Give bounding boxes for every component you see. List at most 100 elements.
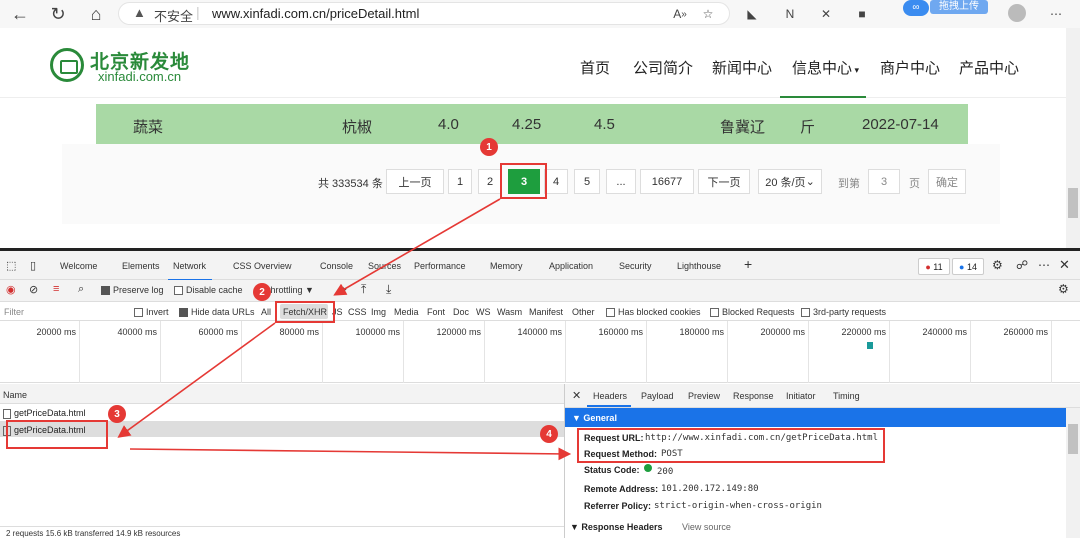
tab-elements[interactable]: Elements [122,261,160,271]
tab-lighthouse[interactable]: Lighthouse [677,261,721,271]
settings-icon[interactable]: ⚙ [992,258,1003,272]
more-icon[interactable]: ⋯ [1046,4,1066,24]
tab-application[interactable]: Application [549,261,593,271]
url-text[interactable]: www.xinfadi.com.cn/priceDetail.html [212,6,419,21]
nav-news[interactable]: 新闻中心 [712,57,772,78]
tab-welcome[interactable]: Welcome [60,261,97,271]
inspect-icon[interactable]: ⬚ [6,259,16,272]
logo-icon[interactable] [50,48,84,82]
back-icon[interactable]: ← [8,3,32,25]
general-section-header[interactable] [565,408,1066,427]
record-icon[interactable]: ◉ [6,283,16,296]
nav-merchants[interactable]: 商户中心 [880,57,940,78]
nav-home[interactable]: 首页 [580,57,610,78]
page-size-select[interactable]: 20 条/页 ⌄ [758,169,822,194]
blocked-cookies-checkbox[interactable]: Has blocked cookies [606,307,701,318]
favorite-add-icon[interactable]: ☆ [698,4,718,24]
message-count-badge[interactable]: ● 14 [952,258,984,275]
tab-timing[interactable]: Timing [833,391,860,401]
nav-info[interactable]: 信息中心 ▾ [792,57,859,78]
hide-data-urls-checkbox[interactable]: Hide data URLs [179,307,255,318]
page-scroll-thumb[interactable] [1068,188,1078,218]
page-2-button[interactable]: 2 [478,169,502,194]
filter-icon[interactable]: ≡ [53,283,59,295]
tab-css-overview[interactable]: CSS Overview [233,261,292,271]
extension-x-icon[interactable]: ✕ [816,4,836,24]
customize-icon[interactable]: ☍ [1016,258,1028,272]
clear-icon[interactable]: ⊘ [29,283,38,296]
close-detail-icon[interactable]: ✕ [572,389,581,402]
detail-scroll-thumb[interactable] [1068,424,1078,454]
throttling-select[interactable]: throttling ▼ [268,285,314,295]
checkbox-unchecked[interactable] [606,308,615,318]
filter-input[interactable]: Filter [4,307,24,317]
warning-icon[interactable]: ▲ [133,5,146,20]
tab-memory[interactable]: Memory [490,261,523,271]
disable-cache-checkbox[interactable]: Disable cache [174,285,243,296]
error-count-badge[interactable]: ● 11 [918,258,950,275]
checkbox-unchecked[interactable] [174,286,183,296]
avatar[interactable] [1008,4,1026,22]
read-aloud-icon[interactable]: A» [670,4,690,24]
tab-preview[interactable]: Preview [688,391,720,401]
filter-all[interactable]: All [261,307,271,317]
response-headers-section[interactable]: ▼ Response Headers [570,522,662,532]
next-page-button[interactable]: 下一页 [698,169,750,194]
name-column-header[interactable]: Name [3,390,27,400]
filter-img[interactable]: Img [371,307,386,317]
nav-products[interactable]: 产品中心 [959,57,1019,78]
export-har-icon[interactable]: ⤓ [386,282,391,297]
search-icon[interactable]: ⌕ [78,283,84,296]
checkbox-unchecked[interactable] [134,308,143,318]
page-ellipsis[interactable]: ... [606,169,636,194]
add-tab-icon[interactable]: + [744,256,752,272]
tab-performance[interactable]: Performance [414,261,466,271]
filter-font[interactable]: Font [427,307,445,317]
tab-response[interactable]: Response [733,391,774,401]
invert-checkbox[interactable]: Invert [134,307,169,318]
security-label[interactable]: 不安全 [154,6,193,25]
checkbox-unchecked[interactable] [801,308,810,318]
reload-icon[interactable]: ↻ [46,3,70,25]
filter-other[interactable]: Other [572,307,595,317]
nav-about[interactable]: 公司简介 [633,57,693,78]
preserve-log-checkbox[interactable]: Preserve log [101,285,164,296]
extension-icon[interactable]: ◣ [742,4,762,24]
tab-payload[interactable]: Payload [641,391,674,401]
network-conditions-icon[interactable]: ✦ [340,285,348,296]
third-party-checkbox[interactable]: 3rd-party requests [801,307,886,318]
filter-css[interactable]: CSS [348,307,367,317]
page-1-button[interactable]: 1 [448,169,472,194]
checkbox-checked[interactable] [179,308,188,318]
import-har-icon[interactable]: ⤒ [361,282,366,297]
tab-network[interactable]: Network [173,261,206,271]
blocked-requests-checkbox[interactable]: Blocked Requests [710,307,795,318]
page-4-button[interactable]: 4 [544,169,568,194]
cloud-icon[interactable]: ∞ [903,0,929,16]
request-row[interactable]: getPriceData.html [3,408,86,419]
filter-manifest[interactable]: Manifest [529,307,563,317]
filter-doc[interactable]: Doc [453,307,469,317]
network-settings-icon[interactable]: ⚙ [1058,282,1069,296]
more-options-icon[interactable]: ⋯ [1038,258,1050,272]
extension-l-icon[interactable]: ■ [852,4,872,24]
page-5-button[interactable]: 5 [574,169,600,194]
filter-media[interactable]: Media [394,307,419,317]
prev-page-button[interactable]: 上一页 [386,169,444,194]
checkbox-unchecked[interactable] [710,308,719,318]
extension-n-icon[interactable]: N [780,4,800,24]
tab-console[interactable]: Console [320,261,353,271]
close-devtools-icon[interactable]: ✕ [1059,257,1070,273]
view-source-link[interactable]: View source [682,522,731,532]
address-bar[interactable] [118,2,730,25]
filter-ws[interactable]: WS [476,307,491,317]
home-icon[interactable]: ⌂ [84,3,108,25]
checkbox-checked[interactable] [101,286,110,296]
upload-button[interactable]: 拖拽上传 [930,0,988,14]
confirm-button[interactable]: 确定 [928,169,966,194]
device-icon[interactable]: ▯ [30,259,36,272]
page-last-button[interactable]: 16677 [640,169,694,194]
filter-wasm[interactable]: Wasm [497,307,522,317]
goto-input[interactable]: 3 [868,169,900,194]
tab-security[interactable]: Security [619,261,652,271]
